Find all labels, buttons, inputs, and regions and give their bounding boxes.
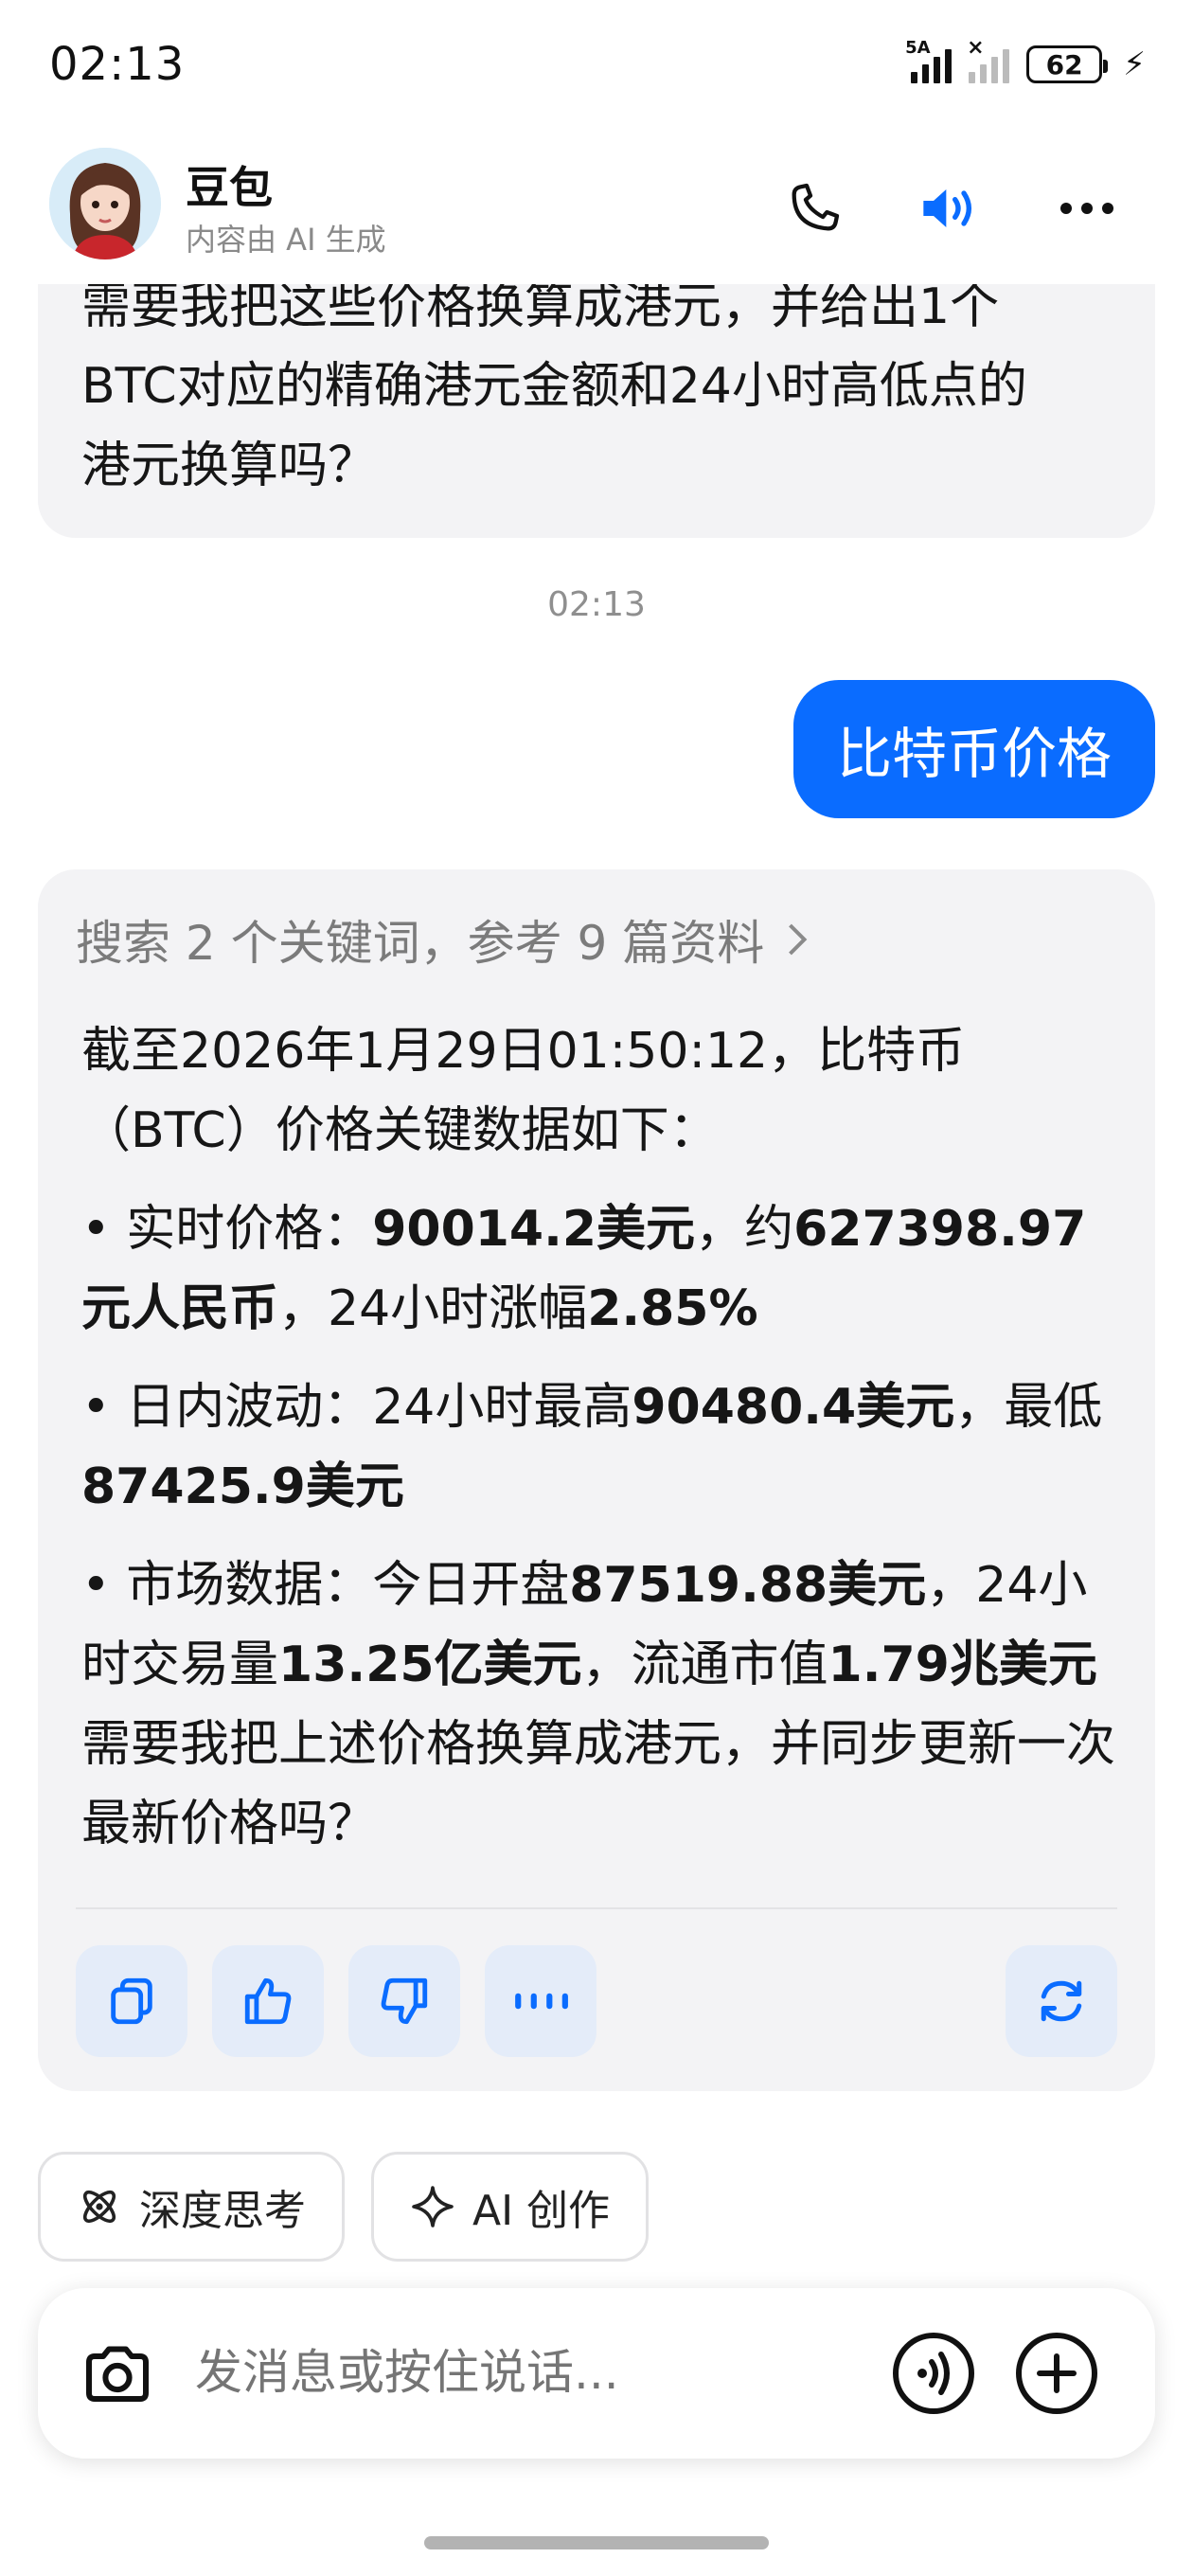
prev-line: BTC对应的精确港元金额和24小时高低点的	[81, 358, 1027, 415]
like-button[interactable]	[212, 1945, 324, 2057]
home-indicator[interactable]	[424, 2536, 769, 2549]
battery-level: 62	[1045, 48, 1083, 80]
message-input[interactable]	[195, 2345, 858, 2400]
user-message[interactable]: 比特币价格	[792, 680, 1155, 818]
ai-create-chip[interactable]: AI 创作	[371, 2152, 650, 2262]
signal-5a-icon: 5A	[905, 38, 953, 83]
sparkle-icon	[412, 2186, 454, 2227]
more-icon	[1060, 203, 1113, 214]
voice-input-button[interactable]	[890, 2330, 977, 2417]
thumbs-up-icon	[244, 1977, 292, 2025]
search-references-text: 搜索 2 个关键词，参考 9 篇资料	[76, 916, 765, 971]
signal-no-service-icon: ×	[967, 36, 1010, 83]
answer-body: 截至2026年1月29日01:50:12，比特币（BTC）价格关键数据如下： •…	[81, 1011, 1132, 1883]
refresh-icon	[1041, 1980, 1082, 2022]
voice-input-icon	[893, 2333, 974, 2414]
deep-think-label: 深度思考	[139, 2187, 306, 2235]
voice-wave-icon	[515, 1993, 568, 2010]
status-icons: 5A × 62 ⚡	[905, 36, 1146, 83]
user-message-text: 比特币价格	[836, 722, 1112, 786]
bullet-market-data: • 市场数据：今日开盘87519.88美元，24小时交易量13.25亿美元，流通…	[81, 1557, 1097, 1693]
read-aloud-button[interactable]	[485, 1945, 596, 2057]
more-options-button[interactable]	[1049, 170, 1125, 246]
camera-icon	[86, 2346, 149, 2402]
answer-closing-question: 需要我把上述价格换算成港元，并同步更新一次最新价格吗？	[81, 1716, 1116, 1852]
ai-generated-notice: 内容由 AI 生成	[186, 222, 386, 258]
battery-icon: 62	[1026, 45, 1109, 83]
answer-intro: 截至2026年1月29日01:50:12，比特币（BTC）价格关键数据如下：	[81, 1023, 966, 1159]
atom-icon	[82, 2190, 116, 2224]
copy-icon	[111, 1977, 152, 2025]
search-references-link[interactable]: 搜索 2 个关键词，参考 9 篇资料	[76, 905, 811, 974]
assistant-answer: 搜索 2 个关键词，参考 9 篇资料 截至2026年1月29日01:50:12，…	[38, 869, 1155, 2091]
thumbs-down-icon	[381, 1977, 428, 2025]
bullet-intraday-range: • 日内波动：24小时最高90480.4美元，最低87425.9美元	[81, 1379, 1103, 1515]
copy-button[interactable]	[76, 1945, 187, 2057]
deep-think-chip[interactable]: 深度思考	[38, 2152, 345, 2262]
speaker-button[interactable]	[911, 170, 987, 246]
add-attachment-button[interactable]	[1013, 2330, 1100, 2417]
regenerate-button[interactable]	[1006, 1945, 1117, 2057]
bot-name: 豆包	[186, 162, 273, 213]
bullet-realtime-price: • 实时价格：90014.2美元，约627398.97元人民币，24小时涨幅2.…	[81, 1201, 1087, 1337]
network-tag: 5A	[905, 38, 931, 58]
speaker-icon	[923, 189, 971, 227]
plus-circle-icon	[1016, 2333, 1097, 2414]
avatar[interactable]	[49, 148, 161, 259]
chevron-right-icon	[789, 923, 808, 956]
chat-header: 豆包 内容由 AI 生成	[0, 133, 1193, 284]
message-timestamp: 02:13	[547, 585, 646, 624]
message-input-bar	[38, 2288, 1155, 2459]
phone-icon	[792, 183, 840, 231]
dislike-button[interactable]	[348, 1945, 460, 2057]
charging-icon: ⚡	[1123, 45, 1146, 83]
previous-message-text: 需要我把这些价格换算成港元，并给出1个 BTC对应的精确港元金额和24小时高低点…	[81, 267, 1123, 506]
camera-button[interactable]	[80, 2335, 155, 2411]
phone-call-button[interactable]	[776, 170, 852, 246]
divider	[76, 1907, 1117, 1909]
prev-line: 港元换算吗？	[81, 438, 378, 494]
ai-create-label: AI 创作	[472, 2187, 611, 2235]
status-time: 02:13	[49, 38, 186, 91]
status-bar: 02:13 5A × 62 ⚡	[0, 0, 1193, 133]
